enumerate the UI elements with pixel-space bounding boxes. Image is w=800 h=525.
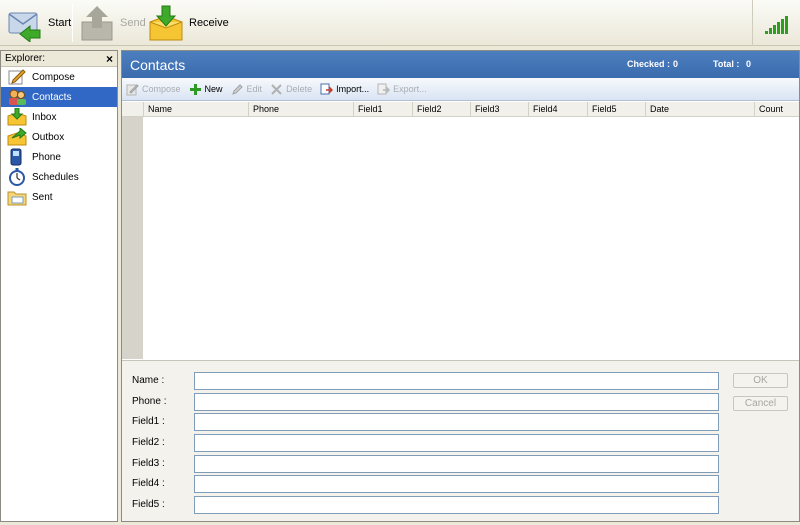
delete-label: Delete <box>286 84 313 94</box>
nav-item-label: Outbox <box>32 131 65 143</box>
nav-item-contacts[interactable]: Contacts <box>1 87 117 107</box>
column-header-date[interactable]: Date <box>645 102 754 117</box>
compose-button[interactable]: Compose <box>126 83 181 96</box>
field1-label: Field1 : <box>132 416 165 427</box>
name-field[interactable] <box>194 372 719 390</box>
field3-field[interactable] <box>194 455 719 473</box>
phone-field[interactable] <box>194 393 719 411</box>
start-button[interactable]: Start <box>6 2 71 44</box>
explorer-pane: Explorer: × Compose Contacts Inbox Outbo… <box>0 50 118 522</box>
contacts-actions-toolbar: Compose New Edit Delete Import... Export… <box>122 78 799 101</box>
start-icon <box>8 12 41 42</box>
grid-header: Name Phone Field1 Field2 Field3 Field4 F… <box>122 102 799 117</box>
receive-label: Receive <box>189 17 229 29</box>
phone-icon <box>10 148 22 166</box>
compose-icon <box>8 69 26 85</box>
send-button[interactable]: Send <box>78 2 146 44</box>
send-icon <box>81 6 113 41</box>
contact-edit-form: Name : Phone : Field1 : Field2 : Field3 … <box>122 360 799 521</box>
nav-item-outbox[interactable]: Outbox <box>1 127 117 147</box>
column-header-field2[interactable]: Field2 <box>412 102 470 117</box>
nav-item-label: Compose <box>32 71 75 83</box>
signal-strength-icon <box>752 0 800 46</box>
contacts-icon <box>9 89 26 105</box>
field1-field[interactable] <box>194 413 719 431</box>
export-icon <box>377 83 391 94</box>
receive-icon <box>149 5 183 41</box>
pencil-icon <box>231 83 243 95</box>
import-label: Import... <box>336 84 370 94</box>
field4-field[interactable] <box>194 475 719 493</box>
export-button[interactable]: Export... <box>377 83 427 96</box>
checked-count: 0 <box>673 59 679 69</box>
import-button[interactable]: Import... <box>320 83 369 96</box>
field2-field[interactable] <box>194 434 719 452</box>
contacts-grid[interactable]: Name Phone Field1 Field2 Field3 Field4 F… <box>122 102 799 359</box>
ok-button[interactable]: OK <box>733 373 788 388</box>
checked-label: Checked : <box>627 59 671 69</box>
edit-label: Edit <box>246 84 263 94</box>
row-header-strip <box>122 117 143 359</box>
close-icon[interactable]: × <box>106 53 113 65</box>
nav-item-label: Schedules <box>32 171 79 183</box>
start-label: Start <box>48 17 72 29</box>
column-header-phone[interactable]: Phone <box>248 102 353 117</box>
delete-icon <box>271 83 282 95</box>
nav-item-label: Contacts <box>32 91 72 103</box>
total-count: 0 <box>746 59 752 69</box>
nav-item-inbox[interactable]: Inbox <box>1 107 117 127</box>
total-label: Total : <box>713 59 740 69</box>
plus-icon <box>189 83 201 95</box>
toolbar-divider <box>72 4 73 42</box>
field2-label: Field2 : <box>132 437 165 448</box>
receive-button[interactable]: Receive <box>147 2 229 44</box>
nav-item-label: Sent <box>32 191 53 203</box>
nav-item-schedules[interactable]: Schedules <box>1 167 117 187</box>
outbox-icon <box>7 128 27 146</box>
field4-label: Field4 : <box>132 478 165 489</box>
main-toolbar: Start Send Receive <box>0 0 800 46</box>
import-icon <box>320 83 334 94</box>
delete-button[interactable]: Delete <box>270 83 312 96</box>
stopwatch-icon <box>9 168 25 186</box>
panel-header: Contacts Checked : 0 Total : 0 <box>122 51 799 78</box>
edit-button[interactable]: Edit <box>231 83 263 96</box>
field3-label: Field3 : <box>132 458 165 469</box>
explorer-header: Explorer: × <box>1 51 117 67</box>
inbox-icon <box>7 108 27 126</box>
compose-icon <box>126 83 139 95</box>
cancel-button[interactable]: Cancel <box>733 396 788 411</box>
sent-icon <box>7 191 27 206</box>
export-label: Export... <box>393 84 427 94</box>
column-header-field4[interactable]: Field4 <box>528 102 587 117</box>
column-header-name[interactable]: Name <box>143 102 248 117</box>
page-title: Contacts <box>130 56 186 73</box>
new-button[interactable]: New <box>189 83 223 96</box>
field5-label: Field5 : <box>132 499 165 510</box>
nav-item-phone[interactable]: Phone <box>1 147 117 167</box>
column-header-field1[interactable]: Field1 <box>353 102 412 117</box>
field5-field[interactable] <box>194 496 719 514</box>
nav-item-sent[interactable]: Sent <box>1 187 117 207</box>
column-header-field3[interactable]: Field3 <box>470 102 528 117</box>
compose-label: Compose <box>142 84 181 94</box>
send-label: Send <box>120 17 146 29</box>
name-label: Name : <box>132 375 165 386</box>
column-header-field5[interactable]: Field5 <box>587 102 645 117</box>
nav-item-label: Inbox <box>32 111 57 123</box>
column-header-count[interactable]: Count <box>754 102 799 117</box>
nav-item-label: Phone <box>32 151 61 163</box>
phone-label: Phone : <box>132 396 167 407</box>
explorer-title: Explorer: <box>5 53 46 64</box>
new-label: New <box>204 84 223 94</box>
nav-item-compose[interactable]: Compose <box>1 67 117 87</box>
contacts-panel: Contacts Checked : 0 Total : 0 Compose N… <box>121 50 800 522</box>
